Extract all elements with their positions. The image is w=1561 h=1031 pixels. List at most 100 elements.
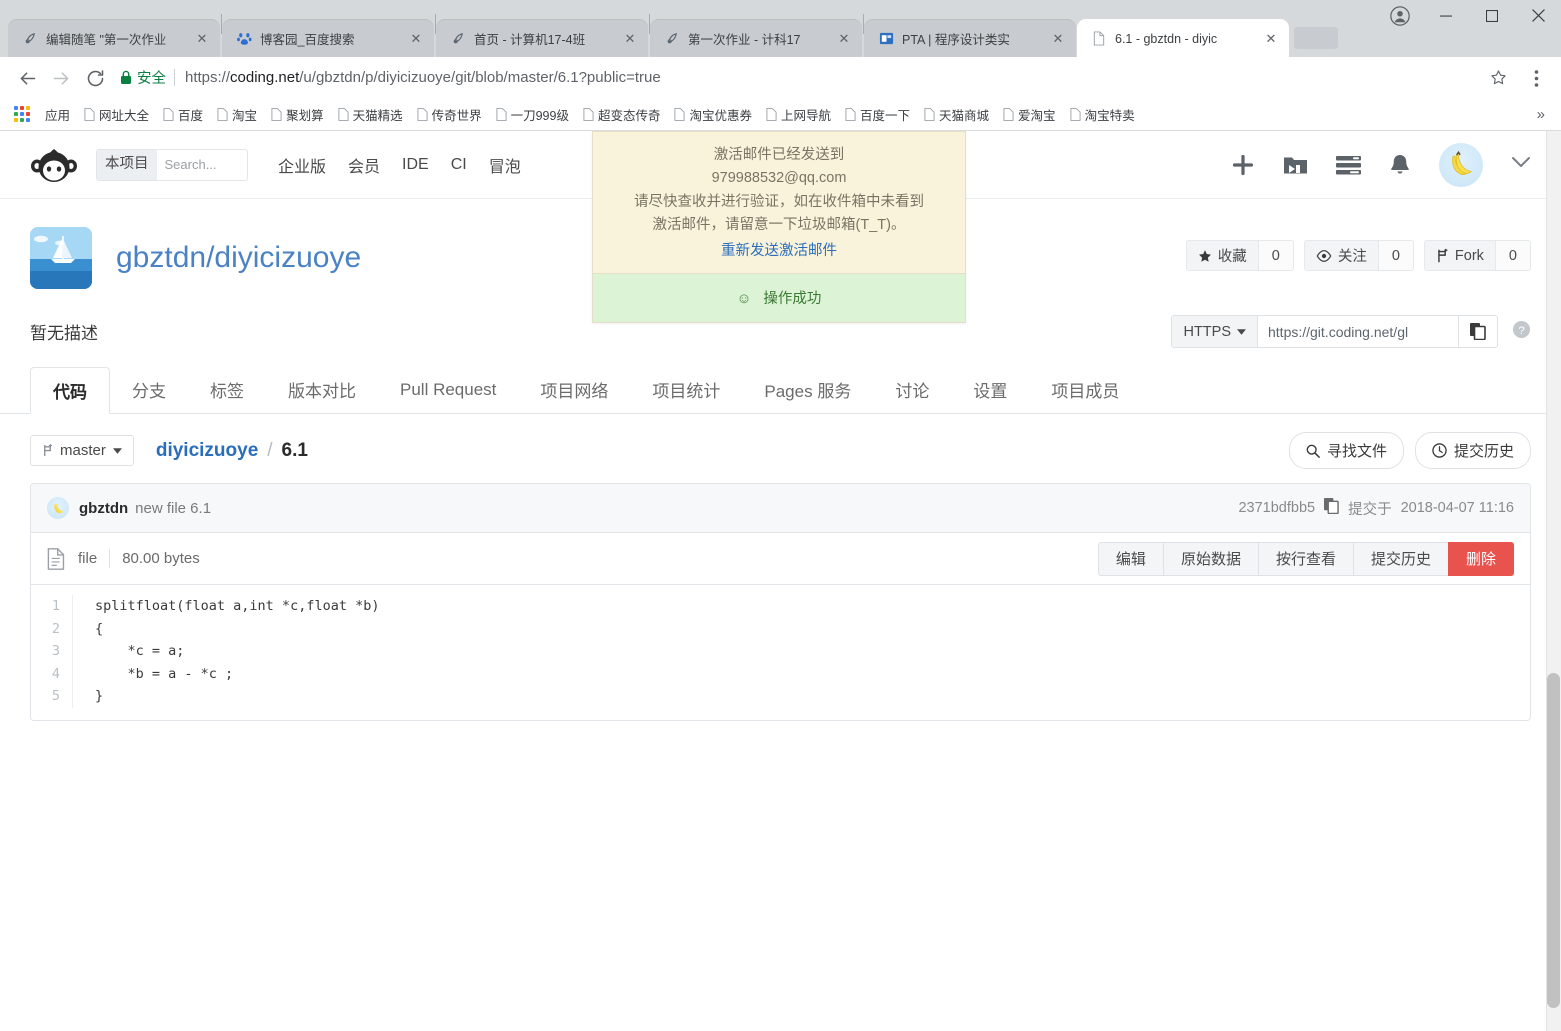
watch-button[interactable]: 关注 0	[1303, 240, 1414, 271]
tab-settings[interactable]: 设置	[951, 366, 1029, 413]
close-icon[interactable]: ✕	[408, 31, 424, 47]
bookmark-item-4[interactable]: 天猫精选	[331, 103, 410, 127]
bookmark-item-0[interactable]: 网址大全	[77, 103, 156, 127]
security-badge[interactable]: 安全	[120, 67, 166, 88]
bookmark-item-8[interactable]: 淘宝优惠券	[667, 103, 759, 127]
fork-label[interactable]: Fork	[1424, 241, 1495, 270]
clone-protocol-select[interactable]: HTTPS	[1172, 316, 1258, 347]
close-icon[interactable]: ✕	[1263, 31, 1279, 47]
star-button[interactable]: 收藏 0	[1185, 240, 1294, 271]
plus-icon[interactable]	[1231, 153, 1255, 177]
new-tab-area[interactable]	[1294, 27, 1338, 49]
kebab-menu-icon[interactable]	[1521, 61, 1551, 95]
lock-icon	[121, 70, 131, 84]
bookmark-item-2[interactable]: 淘宝	[210, 103, 264, 127]
scrollbar-thumb[interactable]	[1547, 673, 1560, 1008]
maximize-button[interactable]	[1469, 0, 1515, 31]
tab-pull-request[interactable]: Pull Request	[378, 366, 518, 413]
delete-button[interactable]: 删除	[1447, 541, 1514, 576]
banana-avatar[interactable]	[1439, 142, 1483, 187]
file-history-button[interactable]: 提交历史	[1352, 541, 1448, 576]
branch-selector[interactable]: master	[30, 435, 134, 466]
bookmark-item-12[interactable]: 爱淘宝	[996, 103, 1063, 127]
page-icon	[845, 108, 856, 121]
browser-tab-4[interactable]: 第一次作业 - 计科17 ✕	[650, 19, 862, 57]
branch-name: master	[60, 442, 106, 459]
raw-data-button[interactable]: 原始数据	[1162, 541, 1258, 576]
browser-tab-1[interactable]: 编辑随笔 "第一次作业 ✕	[8, 19, 220, 57]
page-icon	[1003, 108, 1014, 121]
commit-sha[interactable]: 2371bdfbb5	[1238, 500, 1315, 516]
page-scrollbar[interactable]	[1546, 131, 1561, 1031]
line-number: 3	[51, 643, 60, 659]
breadcrumb-root[interactable]: diyicizuoye	[156, 440, 258, 462]
copy-icon[interactable]	[1324, 498, 1339, 518]
bookmark-item-6[interactable]: 一刀999级	[489, 103, 576, 127]
project-folder-icon[interactable]	[1283, 154, 1308, 176]
bookmark-item-9[interactable]: 上网导航	[759, 103, 838, 127]
star-label[interactable]: 收藏	[1186, 241, 1258, 270]
resend-activation-link[interactable]: 重新发送激活邮件	[721, 240, 837, 263]
bookmark-item-5[interactable]: 传奇世界	[410, 103, 489, 127]
browser-tab-5[interactable]: PTA | 程序设计类实 ✕	[864, 19, 1076, 57]
help-icon[interactable]: ?	[1512, 320, 1531, 344]
bookmark-item-13[interactable]: 淘宝特卖	[1063, 103, 1142, 127]
bookmark-item-7[interactable]: 超变态传奇	[576, 103, 668, 127]
bookmarks-overflow-icon[interactable]: »	[1529, 106, 1553, 123]
tab-statistics[interactable]: 项目统计	[630, 366, 742, 413]
commit-author[interactable]: gbztdn	[79, 500, 128, 517]
watch-label[interactable]: 关注	[1304, 241, 1378, 270]
popup-email: 979988532@qq.com	[711, 170, 847, 187]
back-icon[interactable]	[10, 61, 44, 95]
browser-tab-3[interactable]: 首页 - 计算机17-4班 ✕	[436, 19, 648, 57]
nav-link-member[interactable]: 会员	[348, 153, 380, 177]
find-file-button[interactable]: 寻找文件	[1288, 432, 1404, 469]
tab-branches[interactable]: 分支	[110, 366, 188, 413]
close-icon[interactable]: ✕	[836, 31, 852, 47]
edit-button[interactable]: 编辑	[1097, 541, 1163, 576]
bookmark-star-icon[interactable]	[1483, 63, 1513, 93]
account-icon[interactable]	[1377, 0, 1423, 31]
tab-tags[interactable]: 标签	[188, 366, 266, 413]
search-input[interactable]: 本项目 Search...	[96, 148, 248, 181]
tasks-icon[interactable]	[1336, 155, 1361, 175]
browser-tab-6-active[interactable]: 6.1 - gbztdn - diyic ✕	[1077, 19, 1289, 57]
code-content[interactable]: splitfloat(float a,int *c,float *b) { *c…	[73, 595, 379, 708]
tab-members[interactable]: 项目成员	[1029, 366, 1141, 413]
bookmark-item-11[interactable]: 天猫商城	[917, 103, 996, 127]
reload-icon[interactable]	[78, 61, 112, 95]
star-count: 0	[1257, 241, 1293, 270]
nav-link-enterprise[interactable]: 企业版	[278, 153, 326, 177]
tab-code[interactable]: 代码	[30, 367, 110, 414]
tab-pages-service[interactable]: Pages 服务	[742, 366, 873, 413]
fork-button[interactable]: Fork 0	[1423, 240, 1531, 271]
bookmark-item-3[interactable]: 聚划算	[264, 103, 331, 127]
browser-tab-2[interactable]: 博客园_百度搜索 ✕	[222, 19, 434, 57]
minimize-button[interactable]	[1423, 0, 1469, 31]
clone-url-input[interactable]: https://git.coding.net/gl	[1258, 316, 1458, 347]
copy-icon[interactable]	[1458, 316, 1497, 347]
bookmark-item-1[interactable]: 百度	[156, 103, 210, 127]
window-controls	[1377, 0, 1561, 57]
commit-history-button[interactable]: 提交历史	[1414, 432, 1531, 469]
close-icon[interactable]: ✕	[622, 31, 638, 47]
bookmark-item-10[interactable]: 百度一下	[838, 103, 917, 127]
apps-grid-icon[interactable]	[14, 105, 32, 124]
bell-icon[interactable]	[1389, 153, 1411, 177]
tab-discussion[interactable]: 讨论	[873, 366, 951, 413]
close-icon[interactable]: ✕	[194, 31, 210, 47]
nav-link-bubble[interactable]: 冒泡	[489, 153, 521, 177]
tab-network[interactable]: 项目网络	[518, 366, 630, 413]
nav-link-ci[interactable]: CI	[451, 156, 467, 174]
close-button[interactable]	[1515, 0, 1561, 31]
address-bar[interactable]: 安全 https://coding.net/u/gbztdn/p/diyiciz…	[120, 64, 1513, 92]
blame-button[interactable]: 按行查看	[1257, 541, 1353, 576]
close-icon[interactable]: ✕	[1050, 31, 1066, 47]
bookmark-apps[interactable]: 应用	[38, 103, 77, 127]
chevron-down-icon[interactable]	[1511, 155, 1531, 174]
coding-monkey-logo-icon[interactable]	[30, 143, 78, 187]
site-header-actions	[1231, 142, 1531, 187]
tab-compare[interactable]: 版本对比	[266, 366, 378, 413]
search-scope-label[interactable]: 本项目	[97, 149, 157, 180]
nav-link-ide[interactable]: IDE	[402, 156, 429, 174]
